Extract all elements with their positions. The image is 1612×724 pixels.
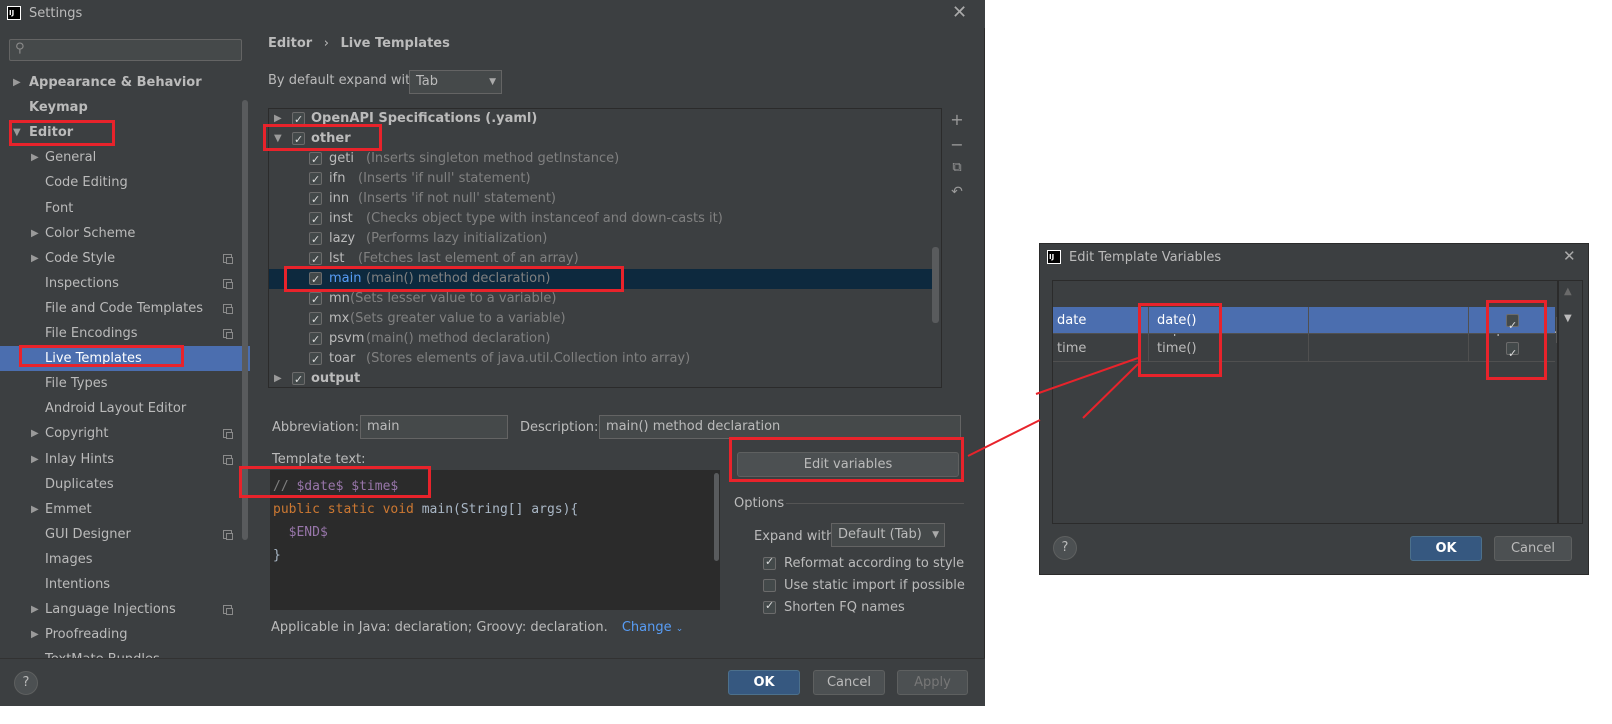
annotation-arrow-2 [1035, 357, 1139, 395]
annotation-arrow-3 [1082, 363, 1139, 419]
annotation-arrows [967, 357, 1139, 457]
annotation-arrow-1 [967, 419, 1041, 457]
